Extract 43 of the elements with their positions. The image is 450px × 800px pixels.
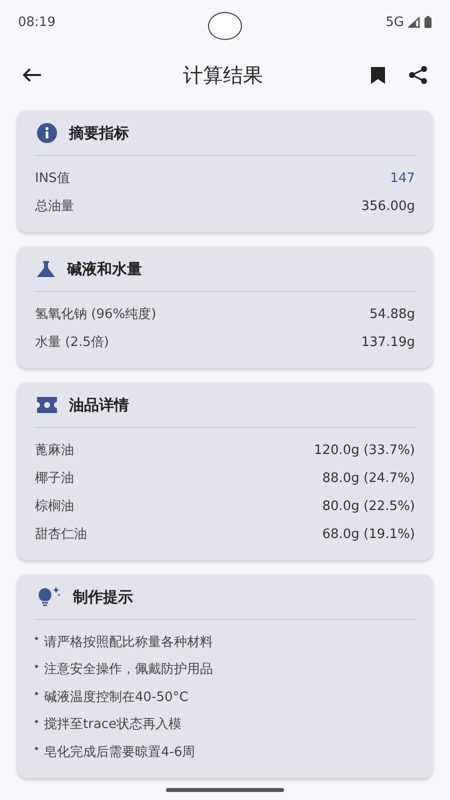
- flask-icon: [37, 261, 55, 277]
- back-arrow-icon: [22, 67, 42, 83]
- page-title: 计算结果: [182, 62, 264, 88]
- row-value: 88.0g (24.7%): [322, 470, 415, 486]
- bullet-icon: [35, 637, 38, 640]
- tip-text: 皂化完成后需要晾置4-6周: [44, 744, 196, 761]
- share-icon: [408, 65, 428, 85]
- row-value: 356.00g: [361, 198, 415, 214]
- row-value: 54.88g: [370, 306, 415, 322]
- network-label: 5G: [386, 14, 404, 30]
- row-label: 棕榈油: [35, 498, 74, 515]
- signal-icon: [408, 16, 420, 28]
- tip-text: 搅拌至trace状态再入模: [44, 716, 182, 734]
- battery-icon: [424, 16, 432, 28]
- tip-text: 请严格按照配比称量各种材料: [44, 634, 213, 651]
- row-value: 120.0g (33.7%): [314, 442, 415, 458]
- row-value: 137.19g: [361, 334, 415, 350]
- row-label: 椰子油: [35, 470, 74, 487]
- card-title: 制作提示: [73, 588, 133, 606]
- bullet-icon: [35, 747, 38, 750]
- ticket-icon: [37, 397, 57, 413]
- row-label: INS值: [35, 170, 70, 187]
- card-title: 摘要指标: [69, 124, 129, 142]
- tip-text: 碱液温度控制在40-50°C: [44, 688, 188, 706]
- status-time: 08:19: [18, 14, 56, 30]
- row-label: 水量 (2.5倍): [35, 334, 109, 351]
- row-value: 68.0g (19.1%): [322, 526, 415, 542]
- bullet-icon: [35, 692, 38, 695]
- info-icon: [37, 123, 57, 143]
- camera-cutout: [208, 12, 242, 40]
- row-label: 氢氧化钠 (96%纯度): [35, 306, 156, 323]
- row-value: 80.0g (22.5%): [322, 498, 415, 514]
- row-label: 甜杏仁油: [35, 526, 87, 543]
- bullet-icon: [35, 664, 38, 668]
- row-value: 147: [390, 170, 415, 186]
- card-title: 油品详情: [69, 396, 129, 414]
- row-label: 总油量: [35, 198, 74, 215]
- bookmark-icon: [371, 66, 385, 84]
- row-label: 蓖麻油: [35, 442, 74, 459]
- tip-text: 注意安全操作，佩戴防护用品: [44, 661, 213, 678]
- bullet-icon: [35, 720, 38, 722]
- card-title: 碱液和水量: [67, 260, 142, 278]
- lightbulb-icon: [37, 587, 61, 607]
